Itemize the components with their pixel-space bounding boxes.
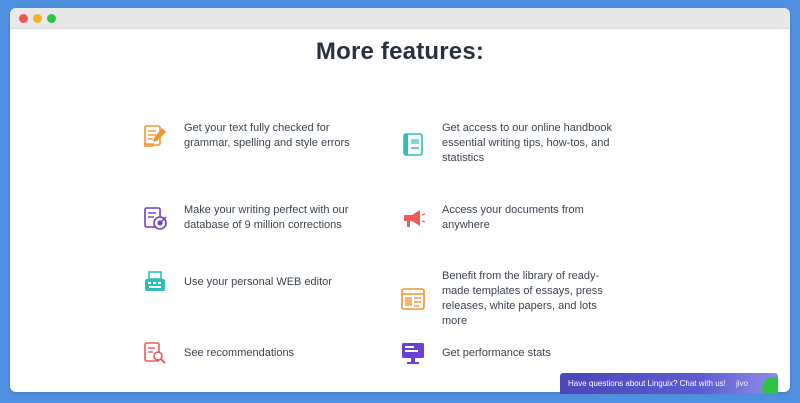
feature-text: Make your writing perfect with our datab…: [184, 204, 349, 231]
feature-text: Get access to our online handbook essent…: [442, 122, 613, 164]
feature-item: Benefit from the library of ready-made t…: [400, 269, 617, 329]
document-search-icon: [144, 342, 166, 364]
feature-text: See recommendations: [184, 346, 295, 359]
target-document-icon: [144, 207, 167, 230]
feature-item: Get performance stats: [400, 340, 617, 366]
feature-item: Use your personal WEB editor: [142, 269, 359, 295]
monitor-icon: [402, 343, 424, 364]
chat-brand: jivo: [735, 379, 748, 388]
feature-item: Get access to our online handbook essent…: [400, 121, 617, 166]
feature-item: Access your documents from anywhere: [400, 203, 617, 233]
browser-window: More features: Get your text fully check…: [10, 8, 790, 392]
edit-document-icon: [144, 125, 166, 147]
window-titlebar: [10, 8, 790, 29]
feature-text: Benefit from the library of ready-made t…: [442, 270, 603, 327]
feature-text: Get your text fully checked for grammar,…: [184, 122, 350, 149]
feature-item: Make your writing perfect with our datab…: [142, 203, 359, 233]
chat-label: Have questions about Linguix? Chat with …: [568, 379, 726, 388]
megaphone-icon: [404, 210, 426, 227]
book-icon: [403, 132, 423, 156]
page-title: More features:: [315, 38, 485, 65]
template-window-icon: [401, 288, 425, 310]
feature-item: Get your text fully checked for grammar,…: [142, 121, 359, 151]
maximize-window-icon[interactable]: [47, 13, 56, 23]
close-window-icon[interactable]: [19, 13, 28, 23]
feature-item: See recommendations: [142, 340, 359, 366]
minimize-window-icon[interactable]: [33, 13, 42, 23]
feature-text: Use your personal WEB editor: [184, 275, 332, 288]
chat-status-icon: [762, 377, 778, 394]
feature-text: Get performance stats: [442, 346, 551, 359]
feature-text: Access your documents from anywhere: [442, 204, 584, 231]
typewriter-icon: [145, 271, 165, 291]
chat-widget-button[interactable]: Have questions about Linguix? Chat with …: [560, 373, 778, 394]
